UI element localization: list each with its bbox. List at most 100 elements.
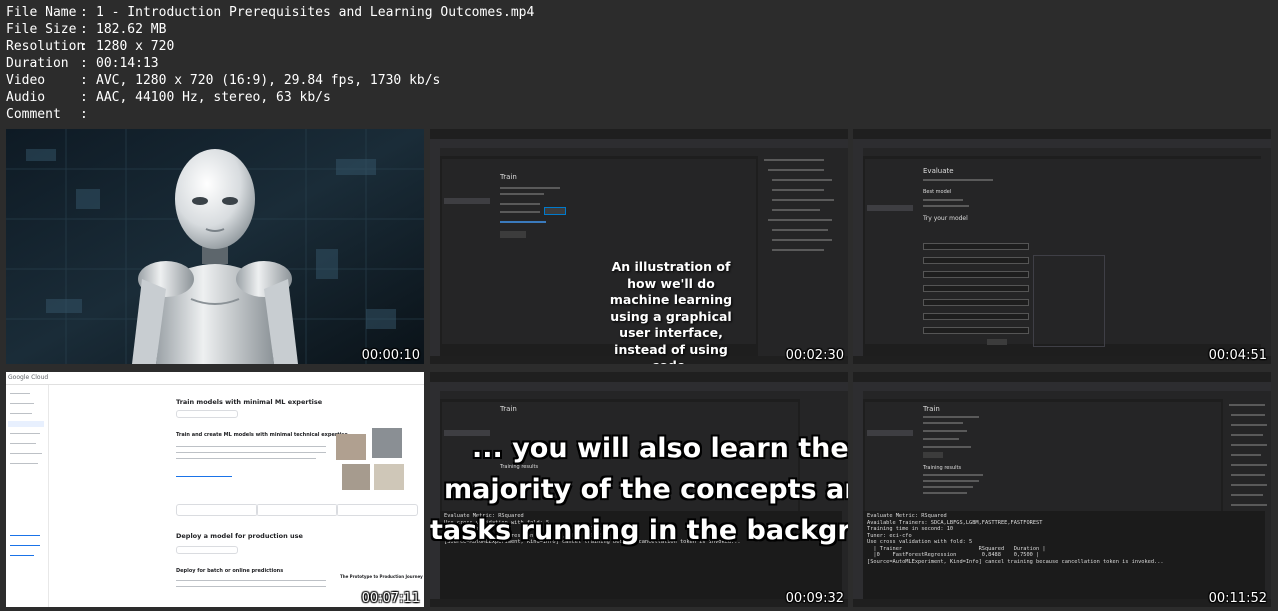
video-thumbnail-2[interactable]: Train An illustration of how we'll do ma… — [430, 129, 848, 364]
subtitle-line: majority of the concepts and — [444, 474, 848, 505]
text-placeholder — [176, 458, 316, 459]
video-thumbnail-5[interactable]: Train Training results Evaluate Metric: … — [430, 372, 848, 607]
text-placeholder — [500, 187, 560, 189]
tree-item — [1231, 454, 1261, 456]
toolbar — [430, 139, 848, 148]
audio-key: Audio — [6, 90, 46, 105]
nav-link — [10, 535, 40, 536]
train-button — [500, 231, 526, 238]
tree-item — [1231, 464, 1267, 466]
audio-value: AAC, 44100 Hz, stereo, 63 kb/s — [96, 90, 331, 105]
sample-input — [923, 285, 1029, 292]
separator: : — [80, 56, 88, 71]
left-toolstrip — [430, 148, 440, 356]
chip — [176, 410, 238, 418]
subtitle-line: ... you will also learn the — [472, 433, 848, 464]
panel-title: Train — [923, 405, 940, 413]
video-thumbnail-1[interactable]: 00:00:10 — [6, 129, 424, 364]
toolbar — [430, 382, 848, 391]
resolution-key: Resolution — [6, 39, 85, 54]
file-info-row: Duration:00:14:13 — [6, 55, 534, 72]
tree-item — [1229, 404, 1265, 406]
tree-item — [772, 179, 832, 181]
file-name-key: File Name — [6, 5, 77, 20]
left-toolstrip — [853, 391, 863, 599]
tree-item — [772, 209, 820, 211]
best-model-heading: Best model — [923, 189, 952, 195]
results-heading: Training results — [923, 465, 962, 471]
building-image — [336, 434, 366, 460]
nav-selected — [444, 198, 490, 204]
nav-link — [10, 555, 34, 556]
text-placeholder — [176, 452, 326, 453]
docs-link-card — [176, 504, 258, 516]
docs-link-card — [256, 504, 338, 516]
nav-link — [10, 403, 34, 404]
separator: : — [80, 73, 88, 88]
subtitle-line: tasks running in the backgroud! — [430, 515, 848, 546]
time-input — [544, 207, 566, 215]
separator: : — [80, 107, 88, 122]
model-builder-nav — [865, 159, 917, 344]
tree-item — [772, 249, 824, 251]
text-placeholder — [923, 416, 979, 418]
model-builder-panel: Train Training results — [917, 402, 1221, 511]
model-builder-panel: Evaluate Best model Try your model — [917, 159, 1261, 347]
text-placeholder — [176, 586, 326, 587]
toolbar — [853, 139, 1271, 148]
text-placeholder — [923, 474, 983, 476]
text-placeholder — [500, 193, 544, 195]
sample-input — [923, 313, 1029, 320]
timestamp: 00:09:32 — [785, 591, 844, 606]
output-line: [Source=AutoMLExperiment, Kind=Info] can… — [867, 558, 1164, 565]
nav-selected — [8, 421, 44, 427]
side-nav — [6, 385, 49, 607]
separator: : — [80, 90, 88, 105]
sample-input — [923, 327, 1029, 334]
tree-item — [1231, 414, 1265, 416]
text-placeholder — [500, 211, 540, 213]
visual-studio-screen: Evaluate Best model Try your model — [853, 129, 1271, 364]
visual-studio-screen: Train Training results Evaluate Metric: … — [853, 372, 1271, 607]
tree-item — [764, 159, 824, 161]
video-thumbnail-3[interactable]: Evaluate Best model Try your model 00:04… — [853, 129, 1271, 364]
sample-input — [923, 257, 1029, 264]
text-placeholder — [923, 438, 959, 440]
robot-image — [6, 129, 424, 364]
results-panel — [1033, 255, 1105, 347]
duration-value: 00:14:13 — [96, 56, 159, 71]
building-image — [342, 464, 370, 490]
site-header: Google Cloud — [6, 372, 424, 385]
menu-bar — [853, 129, 1271, 139]
tree-item — [1231, 444, 1267, 446]
model-builder-nav — [442, 159, 494, 344]
nav-link — [10, 393, 30, 394]
file-info-row: Audio: AAC, 44100 Hz, stereo, 63 kb/s — [6, 89, 534, 106]
text-placeholder — [923, 430, 967, 432]
timestamp: 00:07:11 — [361, 591, 420, 606]
building-image — [374, 464, 404, 490]
google-cloud-logo: Google Cloud — [8, 374, 49, 381]
tree-item — [1231, 474, 1265, 476]
text-placeholder — [923, 446, 971, 448]
nav-selected — [867, 205, 913, 211]
video-key: Video — [6, 73, 46, 88]
section-heading: Deploy a model for production use — [176, 532, 303, 540]
sample-input — [923, 243, 1029, 250]
timestamp: 00:00:10 — [361, 348, 420, 363]
text-placeholder — [923, 486, 973, 488]
tree-item — [1231, 484, 1267, 486]
panel-title: Train — [500, 405, 517, 413]
video-thumbnail-6[interactable]: Train Training results Evaluate Metric: … — [853, 372, 1271, 607]
docs-link-card — [336, 504, 418, 516]
duration-key: Duration — [6, 56, 69, 71]
file-info: File Name:1 - Introduction Prerequisites… — [6, 4, 534, 123]
file-size-key: File Size — [6, 22, 77, 37]
file-info-row: Video: AVC, 1280 x 720 (16:9), 29.84 fps,… — [6, 72, 534, 89]
menu-bar — [853, 372, 1271, 382]
document-tabs — [863, 148, 1271, 156]
separator: : — [80, 39, 88, 54]
sample-input — [923, 271, 1029, 278]
video-thumbnail-4[interactable]: Google Cloud Train models with minimal M… — [6, 372, 424, 607]
link-placeholder — [500, 221, 546, 223]
